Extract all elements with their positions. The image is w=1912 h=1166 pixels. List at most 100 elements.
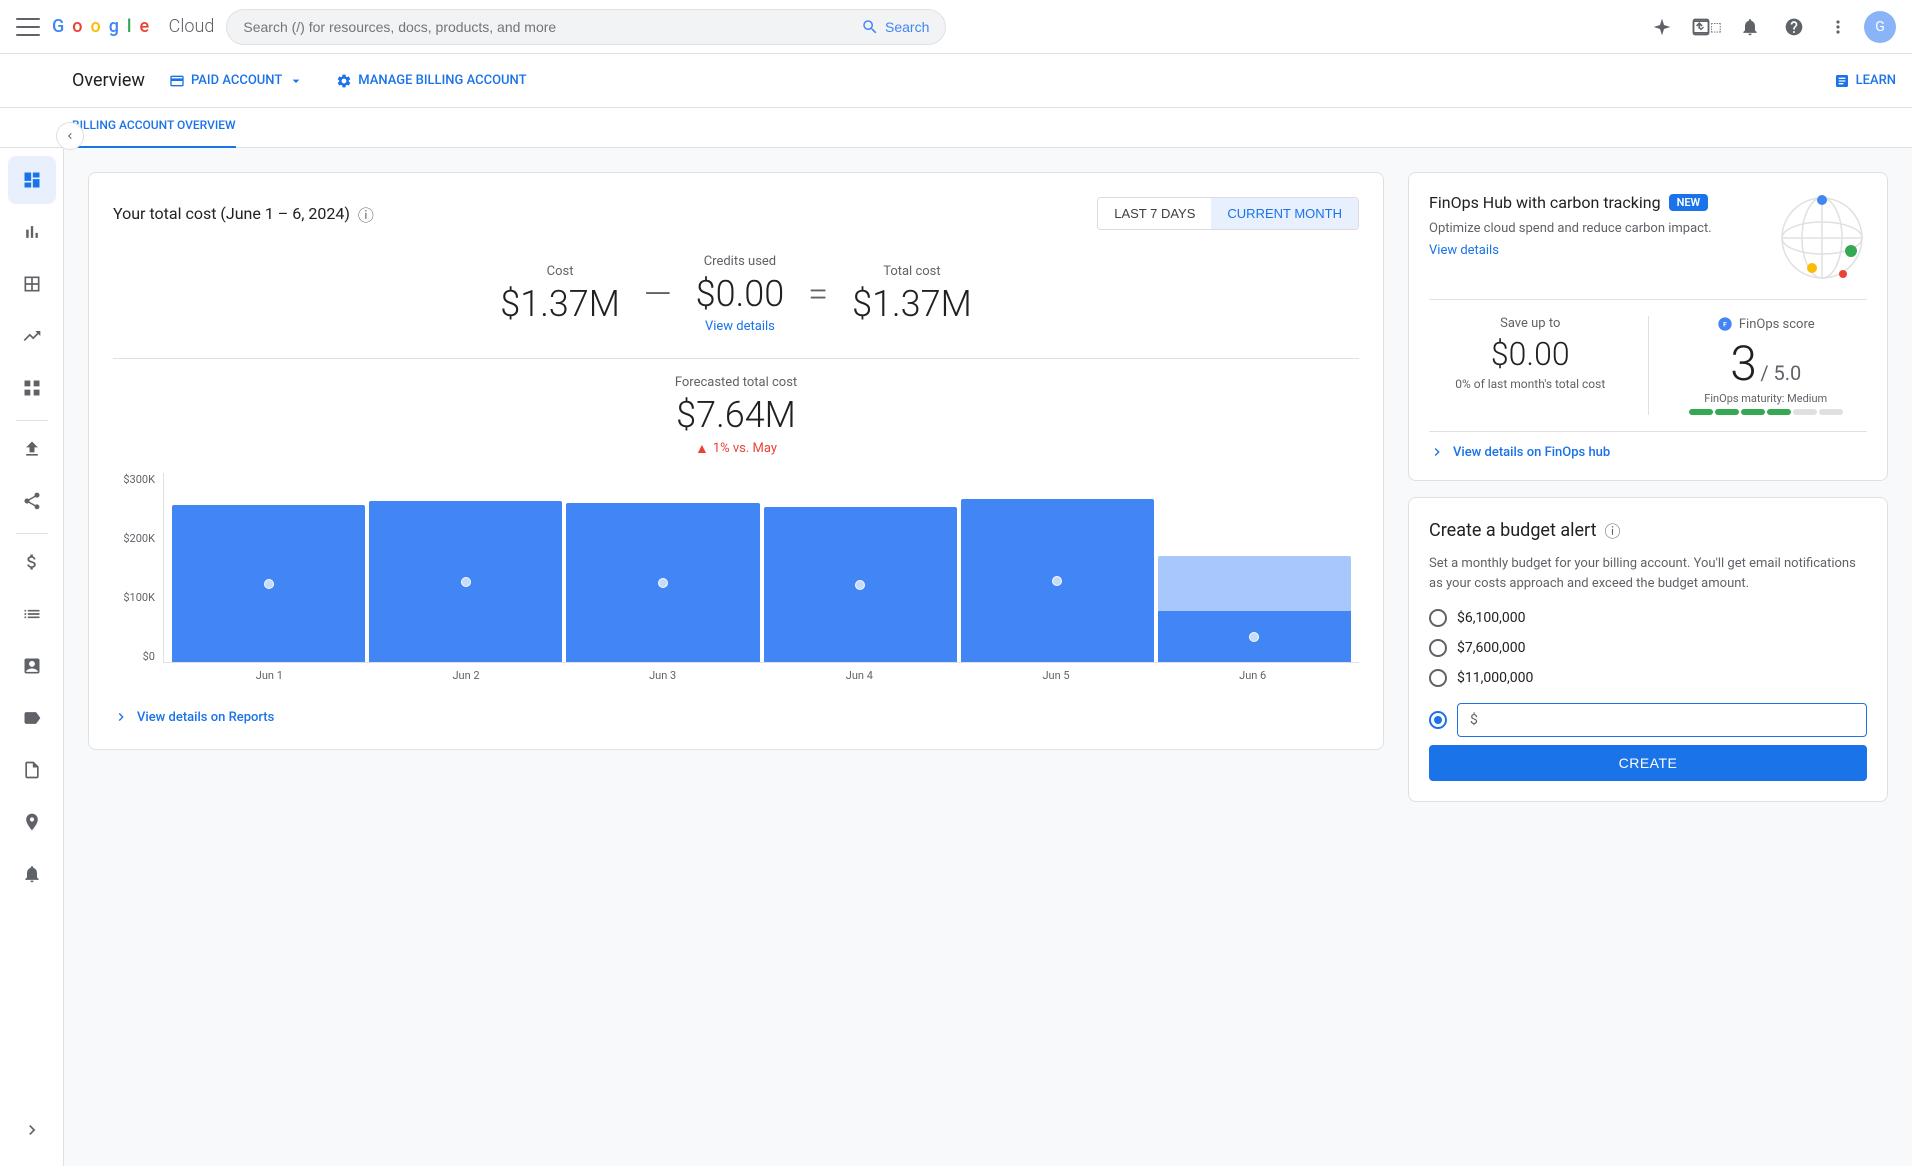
budget-custom-row: $ — [1429, 703, 1867, 737]
budget-option-2[interactable]: $7,600,000 — [1429, 639, 1867, 657]
sidebar-item-grid[interactable] — [8, 364, 56, 412]
last-7-days-button[interactable]: LAST 7 DAYS — [1098, 198, 1211, 229]
maturity-seg-2 — [1715, 409, 1739, 415]
budget-custom-input[interactable] — [1482, 712, 1854, 728]
chart-y-labels: $300K $200K $100K $0 — [113, 473, 163, 663]
budget-currency-symbol: $ — [1470, 712, 1478, 728]
radio-custom[interactable] — [1429, 711, 1447, 729]
chart-bar-group-5 — [961, 473, 1154, 662]
cost-metric: Cost $1.37M — [500, 264, 620, 325]
cost-help-icon[interactable]: ⓘ — [358, 202, 374, 226]
main-layout: Your total cost (June 1 – 6, 2024) ⓘ LAS… — [0, 148, 1912, 1166]
sidebar-item-location[interactable] — [8, 798, 56, 846]
chart-bar-group-1 — [172, 473, 365, 662]
terminal-button[interactable]: ⬚ — [1688, 9, 1724, 45]
sidebar-item-table[interactable] — [8, 260, 56, 308]
hamburger-menu[interactable] — [16, 15, 40, 39]
manage-billing-item[interactable]: MANAGE BILLING ACCOUNT — [336, 73, 526, 89]
forecast-trend: ▲ 1% vs. May — [113, 440, 1359, 457]
top-navigation: Google Cloud Search ⬚ G — [0, 0, 1912, 54]
sidebar-item-billing[interactable] — [8, 538, 56, 586]
date-toggle: LAST 7 DAYS CURRENT MONTH — [1097, 197, 1359, 230]
sidebar-item-chart[interactable] — [8, 208, 56, 256]
globe-dot-green — [1845, 245, 1857, 257]
chart-bar-jun6-solid — [1158, 611, 1351, 662]
finops-globe — [1777, 193, 1867, 283]
sidebar-item-share[interactable] — [8, 477, 56, 525]
maturity-seg-4 — [1767, 409, 1791, 415]
globe-svg — [1777, 193, 1867, 283]
cost-chart: $300K $200K $100K $0 — [113, 473, 1359, 693]
create-button[interactable]: CREATE — [1429, 745, 1867, 781]
collapse-sidebar-button[interactable] — [56, 122, 84, 150]
chart-bar-group-3 — [566, 473, 759, 662]
chart-bar-jun6-light — [1158, 556, 1351, 611]
radio-7600000[interactable] — [1429, 639, 1447, 657]
maturity-seg-3 — [1741, 409, 1765, 415]
maturity-seg-5 — [1793, 409, 1817, 415]
finops-metrics: Save up to $0.00 0% of last month's tota… — [1429, 299, 1867, 415]
sidebar-item-expand[interactable] — [8, 1106, 56, 1154]
view-details-link[interactable]: View details — [696, 319, 785, 334]
bar-dot — [658, 578, 668, 588]
search-bar[interactable]: Search — [226, 9, 946, 45]
sparkle-button[interactable] — [1644, 9, 1680, 45]
notifications-button[interactable] — [1732, 9, 1768, 45]
finops-logo-icon: F — [1717, 316, 1733, 332]
total-metric: Total cost $1.37M — [852, 264, 972, 325]
sidebar-item-trending[interactable] — [8, 312, 56, 360]
help-button[interactable] — [1776, 9, 1812, 45]
score-display: 3 / 5.0 — [1730, 340, 1801, 388]
search-input[interactable] — [243, 19, 853, 35]
budget-input-wrap[interactable]: $ — [1457, 703, 1867, 737]
radio-6100000[interactable] — [1429, 609, 1447, 627]
trend-icon: ▲ — [695, 440, 709, 457]
current-month-button[interactable]: CURRENT MONTH — [1211, 198, 1358, 229]
paid-account-item[interactable]: PAID ACCOUNT — [169, 73, 304, 89]
sidebar-item-tag[interactable] — [8, 694, 56, 742]
nav-icons: ⬚ G — [1644, 9, 1896, 45]
left-panel: Your total cost (June 1 – 6, 2024) ⓘ LAS… — [88, 172, 1384, 1142]
cost-title: Your total cost (June 1 – 6, 2024) ⓘ — [113, 202, 374, 226]
budget-option-3[interactable]: $11,000,000 — [1429, 669, 1867, 687]
finops-save-metric: Save up to $0.00 0% of last month's tota… — [1429, 316, 1632, 415]
finops-score-label: F FinOps score — [1717, 316, 1815, 332]
finops-header: FinOps Hub with carbon tracking NEW Opti… — [1429, 193, 1867, 283]
sidebar-item-settings[interactable] — [8, 850, 56, 898]
budget-help-icon[interactable]: ⓘ — [1604, 518, 1620, 542]
globe-dot-blue — [1817, 195, 1827, 205]
radio-11000000[interactable] — [1429, 669, 1447, 687]
avatar[interactable]: G — [1864, 11, 1896, 43]
chart-bar-jun5 — [961, 499, 1154, 662]
forecast-section: Forecasted total cost $7.64M ▲ 1% vs. Ma… — [113, 375, 1359, 457]
minus-operator: — — [636, 273, 680, 315]
more-options-button[interactable] — [1820, 9, 1856, 45]
globe-dot-yellow — [1807, 263, 1817, 273]
sidebar-item-list[interactable] — [8, 590, 56, 638]
budget-options: $6,100,000 $7,600,000 $11,000,000 — [1429, 609, 1867, 687]
bar-dot — [855, 580, 865, 590]
finops-card: FinOps Hub with carbon tracking NEW Opti… — [1408, 172, 1888, 481]
chart-bar-jun2 — [369, 501, 562, 662]
credits-metric: Credits used $0.00 View details — [696, 254, 785, 334]
divider — [113, 358, 1359, 359]
breadcrumb[interactable]: BILLING ACCOUNT OVERVIEW — [72, 108, 236, 148]
search-button[interactable]: Search — [861, 18, 929, 36]
cost-metrics: Cost $1.37M — Credits used $0.00 View de… — [113, 254, 1359, 334]
finops-hub-link[interactable]: View details on FinOps hub — [1429, 431, 1867, 460]
budget-option-1[interactable]: $6,100,000 — [1429, 609, 1867, 627]
google-cloud-logo[interactable]: Google Cloud — [52, 16, 214, 37]
sidebar-item-report[interactable] — [8, 746, 56, 794]
maturity-seg-6 — [1819, 409, 1843, 415]
sidebar-divider-2 — [16, 533, 48, 534]
sidebar-item-dashboard[interactable] — [8, 156, 56, 204]
bar-dot — [1052, 576, 1062, 586]
breadcrumb-bar: BILLING ACCOUNT OVERVIEW — [0, 108, 1912, 148]
view-reports-link[interactable]: View details on Reports — [113, 709, 1359, 725]
finops-view-details-link[interactable]: View details — [1429, 243, 1499, 258]
sidebar-item-percent[interactable] — [8, 642, 56, 690]
maturity-bar — [1689, 409, 1843, 415]
metrics-divider — [1648, 316, 1649, 415]
learn-link[interactable]: LEARN — [1834, 73, 1896, 89]
sidebar-item-upload[interactable] — [8, 425, 56, 473]
